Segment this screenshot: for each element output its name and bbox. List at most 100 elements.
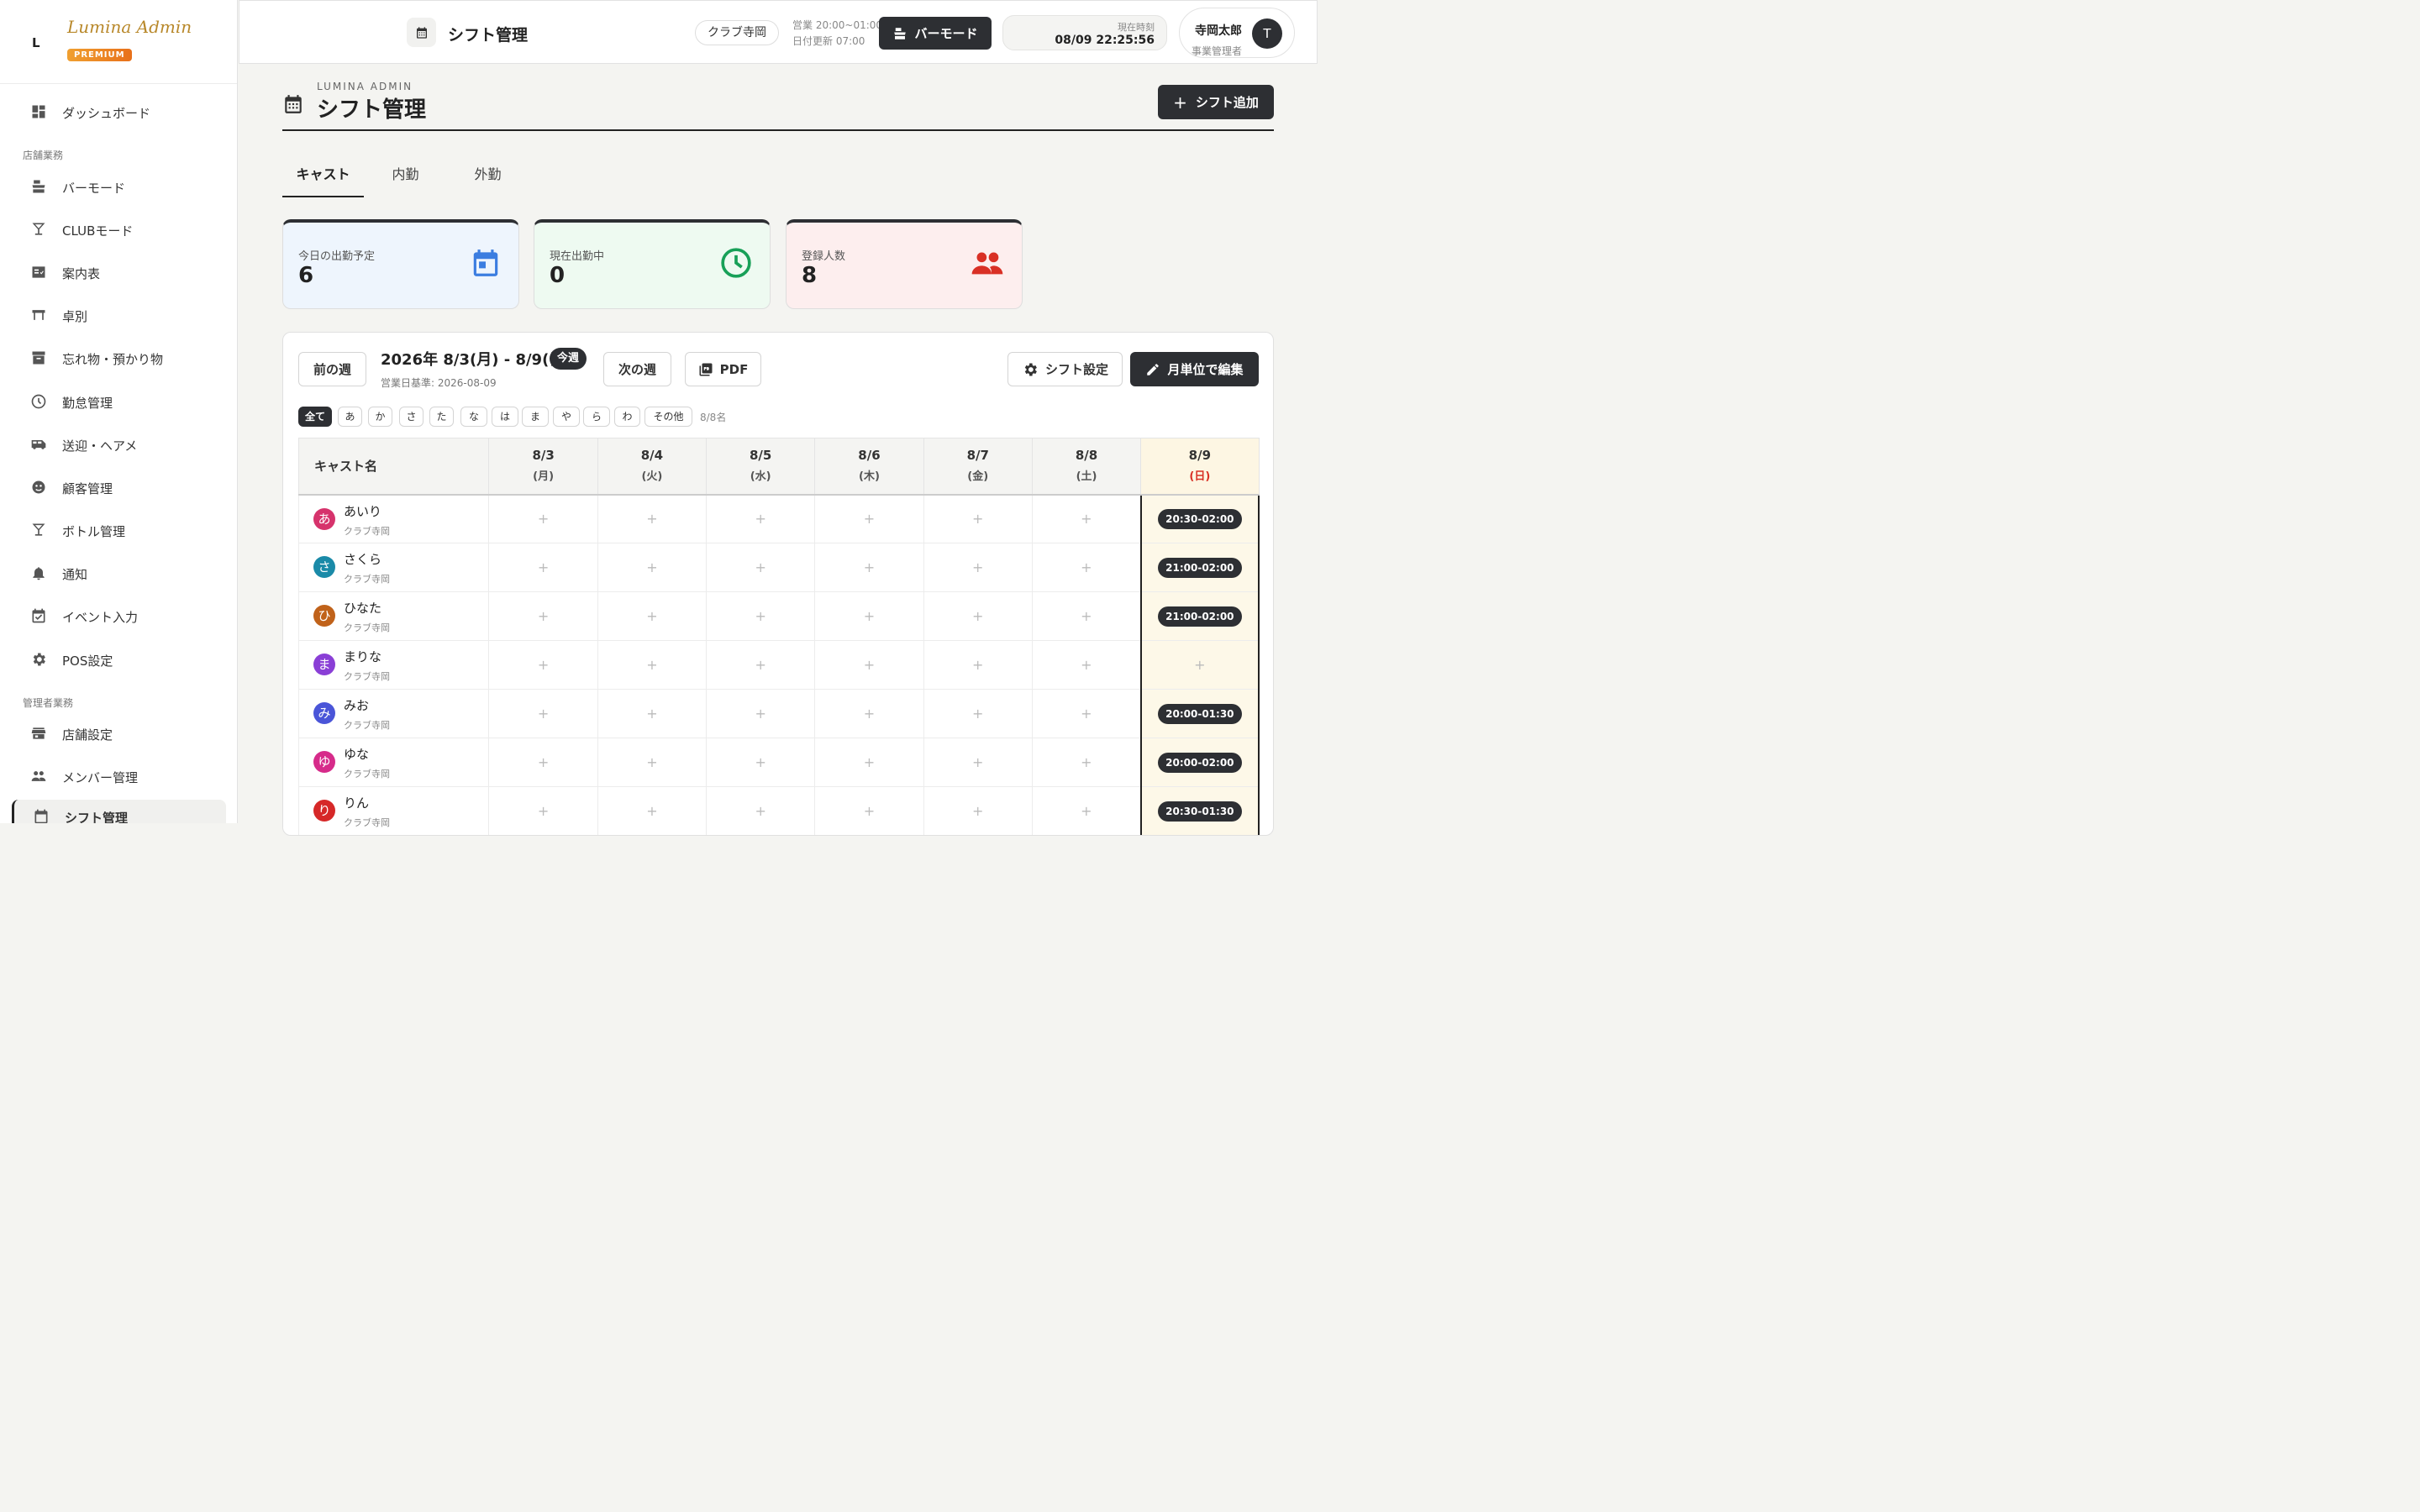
shift-cell-empty[interactable]: + xyxy=(597,786,708,835)
shift-cell-empty[interactable]: + xyxy=(597,689,708,738)
kana-filter-ka[interactable]: か xyxy=(368,407,392,427)
shift-cell-empty[interactable]: + xyxy=(814,543,924,592)
shift-cell-empty[interactable]: + xyxy=(1031,786,1142,835)
shift-cell-empty[interactable]: + xyxy=(923,494,1033,543)
shift-time-pill[interactable]: 21:00-02:00 xyxy=(1158,606,1242,627)
kana-filter-sa[interactable]: さ xyxy=(399,407,424,427)
shift-cell-empty[interactable]: + xyxy=(597,640,708,690)
shift-cell-empty[interactable]: + xyxy=(1031,689,1142,738)
shift-cell-empty[interactable]: + xyxy=(706,640,816,690)
sidebar-item-members[interactable]: メンバー管理 xyxy=(12,759,226,793)
shift-time-pill[interactable]: 20:30-02:00 xyxy=(1158,508,1242,529)
kana-filter-other[interactable]: その他 xyxy=(644,407,692,427)
cast-name-cell[interactable]: ああいり クラブ寺岡 xyxy=(297,494,490,543)
shift-cell-empty[interactable]: + xyxy=(597,738,708,787)
sidebar-item-table[interactable]: 卓別 xyxy=(12,298,226,332)
sidebar-item-store-settings[interactable]: 店舗設定 xyxy=(12,717,226,750)
sidebar-item-transport[interactable]: 送迎・ヘアメ xyxy=(12,428,226,461)
kana-filter-all[interactable]: 全て xyxy=(298,407,332,427)
shift-cell-empty[interactable]: + xyxy=(814,689,924,738)
shift-time-pill[interactable]: 20:00-01:30 xyxy=(1158,703,1242,724)
shift-cell-empty[interactable]: + xyxy=(488,494,598,543)
sidebar-item-notifications[interactable]: 通知 xyxy=(12,556,226,590)
shift-cell-empty[interactable]: + xyxy=(1031,543,1142,592)
monthly-edit-button[interactable]: 月単位で編集 xyxy=(1130,352,1259,386)
shift-cell-empty[interactable]: + xyxy=(488,591,598,641)
kana-filter-ha[interactable]: は xyxy=(492,407,518,427)
tab-cast[interactable]: キャスト xyxy=(282,158,364,197)
shift-cell-empty[interactable]: + xyxy=(488,543,598,592)
kana-filter-na[interactable]: な xyxy=(460,407,487,427)
shift-cell-empty[interactable]: + xyxy=(814,640,924,690)
cast-name-cell[interactable]: ままりな クラブ寺岡 xyxy=(297,640,490,690)
shift-time-pill[interactable]: 20:00-02:00 xyxy=(1158,752,1242,773)
shift-cell-today[interactable]: 21:00-02:00 xyxy=(1139,543,1260,592)
shift-cell-empty[interactable]: + xyxy=(923,738,1033,787)
sidebar-item-shift[interactable]: シフト管理 xyxy=(12,800,226,823)
tab-outside[interactable]: 外勤 xyxy=(447,158,529,197)
shift-cell-empty[interactable]: + xyxy=(597,494,708,543)
shift-time-pill[interactable]: 21:00-02:00 xyxy=(1158,557,1242,578)
shift-cell-today[interactable]: 20:00-01:30 xyxy=(1139,689,1260,738)
shift-cell-empty[interactable]: + xyxy=(488,738,598,787)
cast-name-cell[interactable]: ひひなた クラブ寺岡 xyxy=(297,591,490,641)
cast-name-cell[interactable]: りりん クラブ寺岡 xyxy=(297,786,490,835)
sidebar-item-pos-settings[interactable]: POS設定 xyxy=(12,643,226,676)
shift-cell-empty[interactable]: + xyxy=(923,591,1033,641)
kana-filter-ta[interactable]: た xyxy=(429,407,454,427)
shift-cell-empty[interactable]: + xyxy=(488,689,598,738)
shift-cell-empty[interactable]: + xyxy=(814,786,924,835)
sidebar-item-attendance[interactable]: 勤怠管理 xyxy=(12,385,226,418)
kana-filter-ra[interactable]: ら xyxy=(583,407,610,427)
next-week-button[interactable]: 次の週 xyxy=(603,352,671,386)
kana-filter-a[interactable]: あ xyxy=(338,407,362,427)
shift-cell-empty[interactable]: + xyxy=(706,591,816,641)
cast-name-cell[interactable]: ゆゆな クラブ寺岡 xyxy=(297,738,490,787)
sidebar-item-guide-table[interactable]: 案内表 xyxy=(12,255,226,289)
cast-name-cell[interactable]: ささくら クラブ寺岡 xyxy=(297,543,490,592)
store-selector[interactable]: クラブ寺岡 xyxy=(695,20,779,45)
shift-cell-empty[interactable]: + xyxy=(814,738,924,787)
shift-cell-empty[interactable]: + xyxy=(923,640,1033,690)
shift-cell-today[interactable]: 20:30-01:30 xyxy=(1139,786,1260,835)
shift-cell-empty[interactable]: + xyxy=(597,543,708,592)
this-week-badge[interactable]: 今週 xyxy=(550,348,587,370)
shift-cell-empty[interactable]: + xyxy=(923,543,1033,592)
shift-cell-empty[interactable]: + xyxy=(597,591,708,641)
shift-cell-empty[interactable]: + xyxy=(1031,640,1142,690)
shift-cell-empty[interactable]: + xyxy=(706,494,816,543)
tab-inside[interactable]: 内勤 xyxy=(365,158,446,197)
shift-cell-empty[interactable]: + xyxy=(814,591,924,641)
sidebar-item-club-mode[interactable]: CLUBモード xyxy=(12,213,226,246)
cast-name-cell[interactable]: みみお クラブ寺岡 xyxy=(297,689,490,738)
shift-settings-button[interactable]: シフト設定 xyxy=(1007,352,1123,386)
shift-cell-today[interactable]: 20:30-02:00 xyxy=(1139,494,1260,543)
sidebar-item-lost-items[interactable]: 忘れ物・預かり物 xyxy=(12,341,226,375)
prev-week-button[interactable]: 前の週 xyxy=(298,352,366,386)
sidebar-item-dashboard[interactable]: ダッシュボード xyxy=(12,95,226,129)
shift-cell-today[interactable]: 20:00-02:00 xyxy=(1139,738,1260,787)
shift-cell-today-empty[interactable]: + xyxy=(1139,640,1260,690)
shift-time-pill[interactable]: 20:30-01:30 xyxy=(1158,801,1242,822)
shift-cell-empty[interactable]: + xyxy=(488,640,598,690)
add-shift-button[interactable]: + シフト追加 xyxy=(1158,85,1274,119)
shift-cell-empty[interactable]: + xyxy=(923,786,1033,835)
kana-filter-wa[interactable]: わ xyxy=(614,407,640,427)
sidebar-item-bottles[interactable]: ボトル管理 xyxy=(12,513,226,547)
shift-cell-empty[interactable]: + xyxy=(1031,738,1142,787)
user-menu[interactable]: 寺岡太郎 事業管理者 T xyxy=(1179,8,1295,58)
kana-filter-ma[interactable]: ま xyxy=(522,407,549,427)
sidebar-item-event-input[interactable]: イベント入力 xyxy=(12,599,226,633)
bar-mode-button[interactable]: バーモード xyxy=(879,17,992,50)
shift-cell-today[interactable]: 21:00-02:00 xyxy=(1139,591,1260,641)
sidebar-item-customers[interactable]: 顧客管理 xyxy=(12,470,226,504)
shift-cell-empty[interactable]: + xyxy=(1031,591,1142,641)
shift-cell-empty[interactable]: + xyxy=(706,689,816,738)
shift-cell-empty[interactable]: + xyxy=(706,786,816,835)
shift-cell-empty[interactable]: + xyxy=(706,543,816,592)
shift-cell-empty[interactable]: + xyxy=(923,689,1033,738)
shift-cell-empty[interactable]: + xyxy=(488,786,598,835)
sidebar-item-bar-mode[interactable]: バーモード xyxy=(12,170,226,203)
shift-cell-empty[interactable]: + xyxy=(1031,494,1142,543)
shift-cell-empty[interactable]: + xyxy=(706,738,816,787)
